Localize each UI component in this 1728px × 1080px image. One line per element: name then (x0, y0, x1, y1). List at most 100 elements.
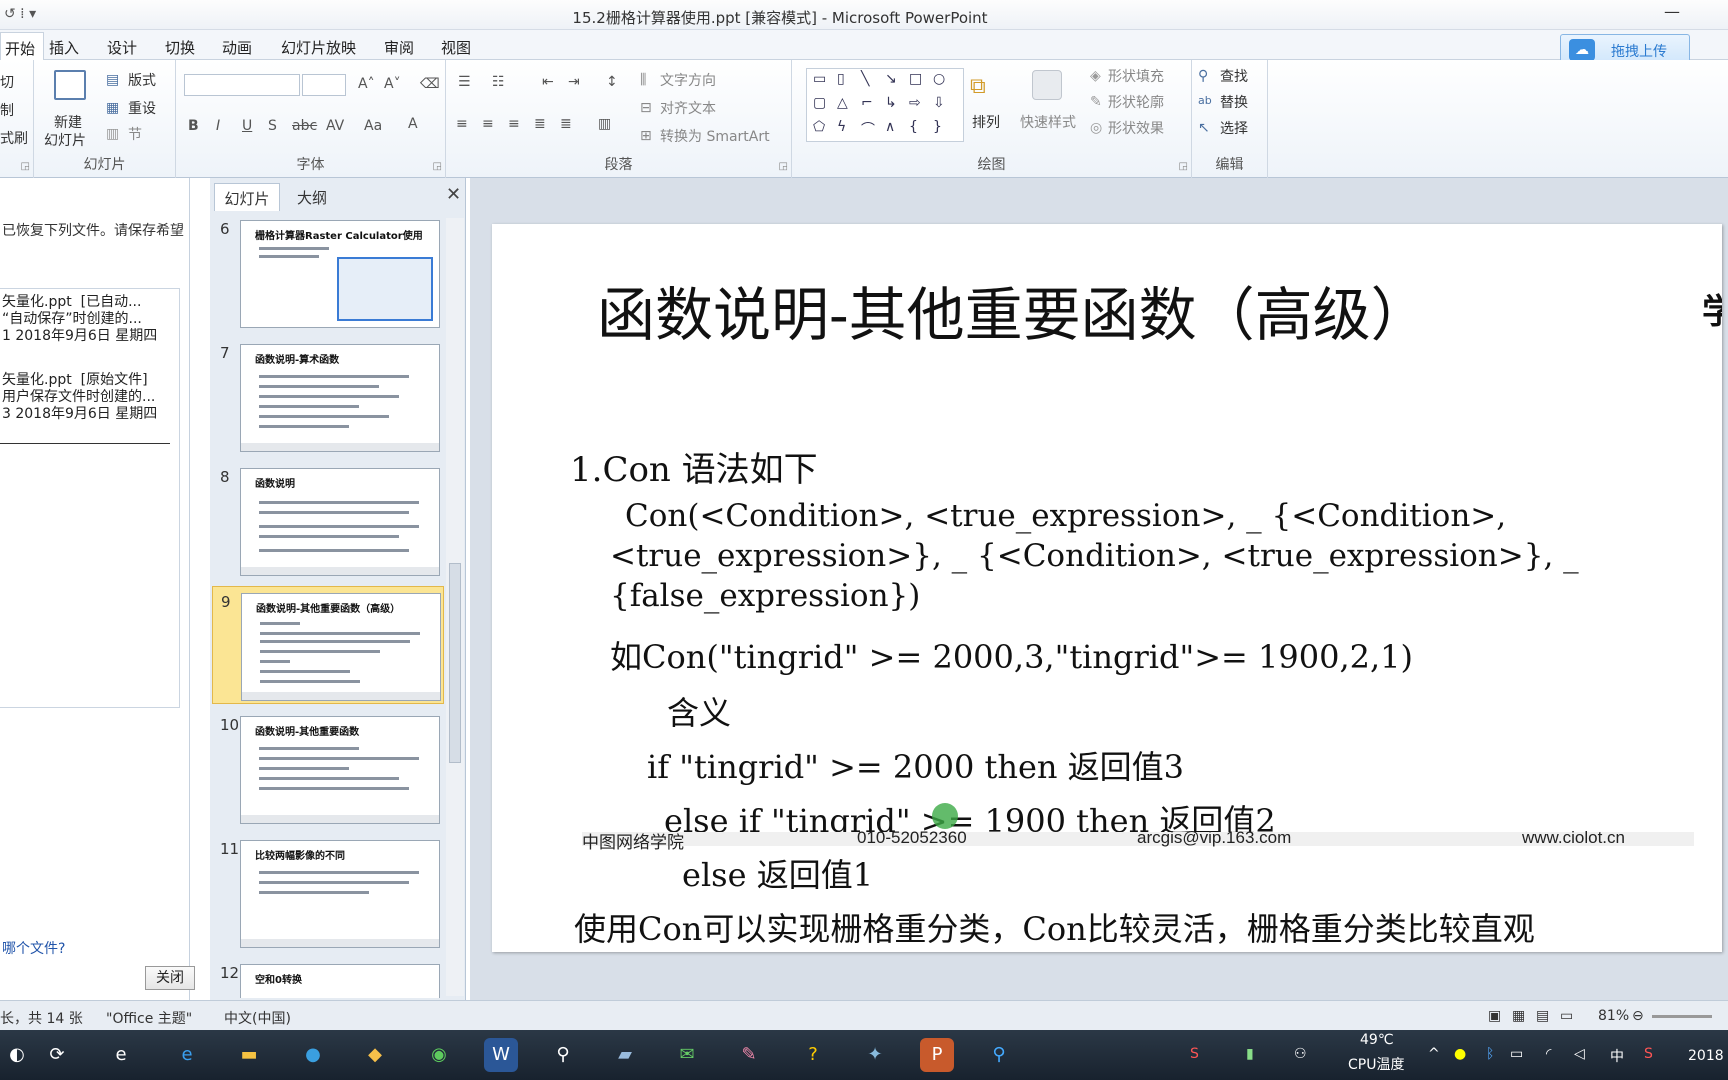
triangle-shape-icon[interactable]: △ (837, 95, 848, 111)
zoom-out-icon[interactable]: ⊖ (1632, 1008, 1644, 1024)
decrease-indent-icon[interactable]: ⇤ (542, 74, 554, 90)
tray-colored-icon[interactable]: ● (1454, 1046, 1466, 1062)
new-slide-icon[interactable] (54, 70, 86, 100)
format-painter-button[interactable]: 式刷 (0, 128, 28, 148)
bullets-icon[interactable]: ☰ (458, 74, 471, 90)
reset-button[interactable]: 重设 (128, 98, 156, 118)
line-spacing-icon[interactable]: ↕ (606, 74, 618, 90)
wifi-icon[interactable]: ◜ (1546, 1046, 1551, 1062)
battery-saver-icon[interactable]: ▮ (1246, 1046, 1254, 1062)
align-center-icon[interactable]: ≡ (482, 116, 494, 132)
grow-font-icon[interactable]: A˄ (358, 76, 375, 92)
smartart-button[interactable]: 转换为 SmartArt (660, 126, 770, 146)
arrow-shape-icon[interactable]: ↘ (885, 71, 897, 87)
syntax-line-1[interactable]: Con(<Condition>, <true_expression>, _ {<… (625, 498, 1506, 534)
quick-styles-button[interactable]: 快速样式 (1020, 112, 1076, 132)
tray-app-icon[interactable]: S (1190, 1046, 1199, 1062)
arcgis-icon[interactable]: ✦ (858, 1038, 892, 1072)
shrink-font-icon[interactable]: A˅ (384, 76, 401, 92)
slideshow-view-icon[interactable]: ▭ (1560, 1008, 1573, 1024)
arc-shape-icon[interactable]: ⌒ (861, 119, 875, 139)
columns-icon[interactable]: ▥ (598, 116, 611, 132)
section-button[interactable]: 节 (128, 124, 142, 144)
italic-icon[interactable]: I (216, 118, 220, 134)
scrollbar-thumb[interactable] (449, 563, 461, 763)
tab-outline[interactable]: 大纲 (284, 183, 340, 211)
language[interactable]: 中文(中国) (224, 1008, 291, 1028)
tab-review[interactable]: 审阅 (384, 37, 414, 58)
down-arrow-shape-icon[interactable]: ⇩ (933, 95, 945, 111)
oval-shape-icon[interactable]: ○ (933, 71, 945, 87)
align-left-icon[interactable]: ≡ (456, 116, 468, 132)
font-color-icon[interactable]: A (408, 116, 418, 132)
edge-icon[interactable]: e (170, 1038, 204, 1072)
which-file-link[interactable]: 哪个文件? (2, 938, 65, 958)
slide-thumbnail[interactable]: 8 函数说明 (212, 462, 444, 580)
arrange-icon[interactable]: ⧉ (970, 74, 986, 99)
strikethrough-icon[interactable]: abc (292, 118, 317, 134)
connector-shape-icon[interactable]: ⌐ (861, 95, 873, 111)
rectangle-shape-icon[interactable]: □ (909, 71, 922, 87)
shapes-gallery[interactable]: ▭ ▯ ╲ ↘ □ ○ ▢ △ ⌐ ↳ ⇨ ⇩ ⬠ ϟ ⌒ ∧ { } (806, 68, 964, 142)
wechat-icon[interactable]: ✉ (670, 1038, 704, 1072)
shape-effects-button[interactable]: 形状效果 (1108, 118, 1164, 138)
theme-name[interactable]: "Office 主题" (106, 1008, 192, 1028)
zoom-slider[interactable] (1652, 1015, 1712, 1018)
tab-home[interactable]: 开始 (0, 32, 45, 61)
bluetooth-icon[interactable]: ᛒ (1486, 1046, 1494, 1062)
search-app-icon[interactable]: ⚲ (546, 1038, 580, 1072)
tab-design[interactable]: 设计 (107, 37, 137, 58)
ime-indicator[interactable]: 中 (1610, 1046, 1624, 1066)
file-explorer-icon[interactable]: ▬ (232, 1038, 266, 1072)
current-slide[interactable]: 函数说明-其他重要函数（高级） 学院 1.Con 语法如下 Con(<Condi… (492, 224, 1722, 952)
meaning-label[interactable]: 含义 (667, 688, 731, 734)
tab-slideshow[interactable]: 幻灯片放映 (281, 37, 356, 58)
justify-icon[interactable]: ≣ (534, 116, 546, 132)
start-icon[interactable]: ◐ (0, 1038, 34, 1072)
underline-icon[interactable]: U (242, 118, 252, 134)
select-button[interactable]: 选择 (1220, 118, 1248, 138)
launcher-icon[interactable]: ◲ (779, 161, 788, 172)
browser-360-icon[interactable]: ◉ (422, 1038, 456, 1072)
volume-icon[interactable]: ◁ (1574, 1046, 1585, 1062)
app-360-icon[interactable]: ⟳ (40, 1038, 74, 1072)
word-icon[interactable]: W (484, 1038, 518, 1072)
font-family-select[interactable] (184, 74, 300, 96)
clear-format-icon[interactable]: ⌫ (420, 76, 440, 92)
slide-thumbnail[interactable]: 11 比较两幅影像的不同 (212, 834, 444, 952)
launcher-icon[interactable]: ◲ (433, 161, 442, 172)
recovery-entry-1-name[interactable]: 矢量化.ppt [已自动... (2, 294, 141, 310)
slide-thumbnail[interactable]: 10 函数说明-其他重要函数 (212, 710, 444, 828)
curve-shape-icon[interactable]: ∧ (885, 119, 895, 135)
if-line-1[interactable]: if "tingrid" >= 2000 then 返回值3 (647, 742, 1184, 788)
thumbnail-scrollbar[interactable] (446, 218, 464, 996)
textbox-shape-icon[interactable]: ▭ (813, 71, 826, 87)
layout-button[interactable]: 版式 (128, 70, 156, 90)
slide-thumbnail-selected[interactable]: 9 函数说明-其他重要函数（高级） (212, 586, 444, 704)
chevron-up-icon[interactable]: ^ (1428, 1046, 1440, 1062)
sogou-ime-icon[interactable]: S (1644, 1046, 1653, 1062)
launcher-icon[interactable]: ◲ (21, 161, 30, 172)
close-panel-icon[interactable]: ✕ (446, 184, 461, 205)
syntax-line-2[interactable]: <true_expression>}, _ {<Condition>, <tru… (610, 538, 1579, 574)
zoom-level[interactable]: 81% (1598, 1008, 1629, 1024)
power-icon[interactable]: ▭ (1510, 1046, 1523, 1062)
sogou-icon[interactable]: ● (296, 1038, 330, 1072)
bold-icon[interactable]: B (188, 118, 199, 134)
right-arrow-shape-icon[interactable]: ⇨ (909, 95, 921, 111)
slide-thumbnail[interactable]: 7 函数说明-算术函数 (212, 338, 444, 456)
launcher-icon[interactable]: ◲ (1179, 161, 1188, 172)
brace-right-shape-icon[interactable]: } (933, 119, 942, 135)
minimize-button[interactable]: — (1664, 2, 1680, 21)
syntax-line-3[interactable]: {false_expression}) (610, 578, 920, 614)
normal-view-icon[interactable]: ▣ (1488, 1008, 1501, 1024)
copy-button[interactable]: 制 (0, 100, 14, 120)
numbering-icon[interactable]: ☷ (492, 74, 505, 90)
recovery-entry-2-name[interactable]: 矢量化.ppt [原始文件] (2, 372, 148, 388)
pentagon-shape-icon[interactable]: ⬠ (813, 119, 825, 135)
slide-item-1[interactable]: 1.Con 语法如下 (570, 442, 818, 491)
brace-left-shape-icon[interactable]: { (909, 119, 918, 135)
recovery-close-button[interactable]: 关闭 (145, 966, 195, 990)
ie-icon[interactable]: e (104, 1038, 138, 1072)
shape-outline-button[interactable]: 形状轮廓 (1108, 92, 1164, 112)
